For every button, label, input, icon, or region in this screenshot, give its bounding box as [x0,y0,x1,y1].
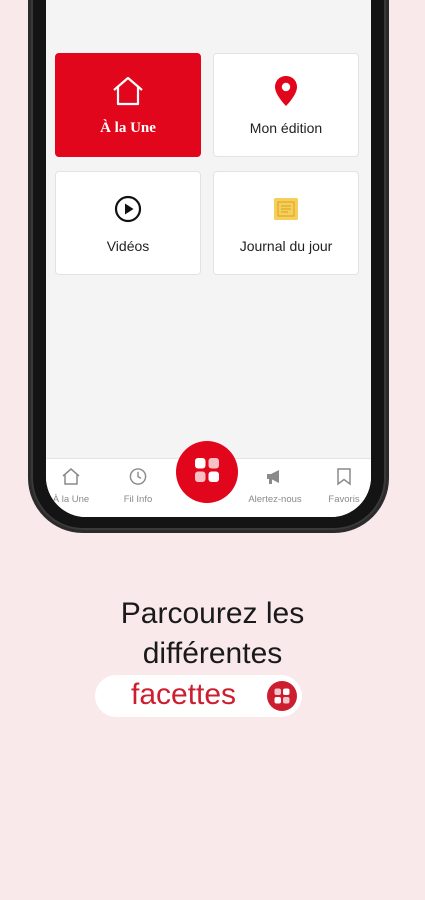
highlight-text: facettes [131,678,237,711]
promo-highlight-pill: facettes [95,675,302,717]
grid-icon [267,681,297,711]
tile-mon-edition[interactable]: Mon édition [213,53,359,157]
tab-fil-info[interactable]: Fil Info [108,467,168,505]
home-icon [61,467,81,491]
bottom-tab-bar: À la Une Fil Info Alertez-nous Favoris [46,441,371,517]
tab-favoris[interactable]: Favoris [314,467,371,505]
tile-a-la-une[interactable]: À la Une [55,53,201,157]
newspaper-icon [272,192,300,226]
grid-icon [194,457,220,488]
tab-a-la-une[interactable]: À la Une [46,467,101,505]
tab-alertez-nous[interactable]: Alertez-nous [245,467,305,505]
tile-label: Mon édition [249,120,323,136]
tab-label: À la Une [52,494,90,505]
megaphone-icon [264,467,286,491]
headline-line-1: Parcourez les [120,597,305,630]
promo-headline: Parcourez les différentes [0,594,425,674]
location-pin-icon [273,74,299,108]
play-icon [113,192,143,226]
app-screen: À la Une Mon édition Vidéos Journal du j… [46,0,371,517]
tile-videos[interactable]: Vidéos [55,171,201,275]
tab-label: Fil Info [123,494,153,505]
grid-menu-button[interactable] [176,441,238,503]
tile-journal-du-jour[interactable]: Journal du jour [213,171,359,275]
tab-label: Favoris [328,494,360,505]
tab-label: Alertez-nous [248,494,302,505]
tile-label: À la Une [100,119,156,136]
tile-label: Journal du jour [239,238,333,254]
bookmark-icon [336,467,352,491]
home-icon [110,74,146,108]
clock-icon [128,467,148,491]
tile-label: Vidéos [106,238,150,254]
headline-line-2: différentes [142,637,283,670]
